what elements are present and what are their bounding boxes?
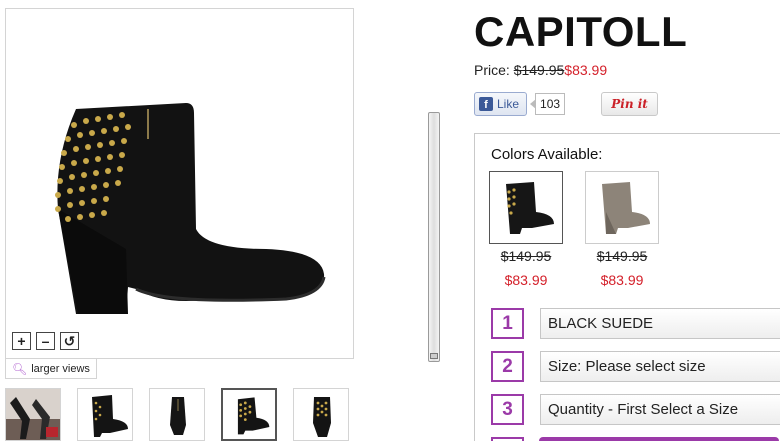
swatch-black-sale-price: $83.99 — [504, 272, 548, 288]
quantity-select[interactable]: Quantity - First Select a Size — [540, 394, 780, 425]
swatch-taupe-sale-price: $83.99 — [600, 272, 644, 288]
add-to-bag-button[interactable] — [539, 437, 779, 441]
step-quantity-row: 3 Quantity - First Select a Size — [491, 394, 780, 425]
pinterest-button[interactable]: Pin it — [601, 92, 659, 116]
step-number-1: 1 — [491, 308, 524, 339]
color-select[interactable]: BLACK SUEDE — [540, 308, 780, 339]
size-select[interactable]: Size: Please select size — [540, 351, 780, 382]
facebook-icon: f — [479, 97, 493, 111]
zoom-in-button[interactable]: + — [12, 332, 31, 350]
step-number-2: 2 — [491, 351, 524, 382]
step-number-4 — [491, 437, 524, 441]
color-swatch-black[interactable] — [489, 171, 563, 244]
color-swatch-taupe[interactable] — [585, 171, 659, 244]
step-number-3: 3 — [491, 394, 524, 425]
colors-available-label: Colors Available: — [491, 146, 603, 163]
thumbnail-front-view[interactable] — [149, 388, 205, 441]
thumbnail-side-view[interactable] — [77, 388, 133, 441]
like-label: Like — [497, 97, 520, 111]
zoom-controls: + – ↺ — [12, 332, 79, 350]
price-label: Price: — [474, 62, 510, 78]
like-count: 103 — [530, 93, 566, 115]
main-product-image[interactable]: + – ↺ — [5, 8, 354, 359]
reset-zoom-button[interactable]: ↺ — [60, 332, 79, 350]
boot-image — [55, 103, 326, 314]
social-buttons: f Like 103 Pin it — [474, 92, 659, 116]
step-size-row: 2 Size: Please select size — [491, 351, 780, 382]
thumbnail-strip — [5, 388, 349, 441]
price-line: Price: $149.95$83.99 — [474, 62, 607, 78]
slider-handle[interactable] — [430, 353, 438, 359]
magnifier-icon: 🔍︎ — [12, 361, 28, 376]
step-color-row: 1 BLACK SUEDE — [491, 308, 780, 339]
product-title: CAPITOLL — [474, 8, 688, 55]
purchase-options-panel: Colors Available: $149.95 $83.99 $149.95… — [474, 133, 780, 441]
vertical-slider[interactable] — [428, 112, 440, 362]
thumbnail-back-view[interactable] — [293, 388, 349, 441]
swatch-taupe-old-price: $149.95 — [596, 248, 648, 264]
larger-views-label: larger views — [31, 362, 90, 375]
thumbnail-model-photo[interactable] — [5, 388, 61, 441]
thumbnail-studded-view[interactable] — [221, 388, 277, 441]
original-price: $149.95 — [513, 62, 565, 78]
zoom-out-button[interactable]: – — [36, 332, 55, 350]
larger-views-link[interactable]: 🔍︎ larger views — [5, 359, 97, 379]
swatch-black-old-price: $149.95 — [500, 248, 552, 264]
facebook-like-button[interactable]: f Like — [474, 92, 528, 116]
sale-price: $83.99 — [564, 62, 608, 78]
